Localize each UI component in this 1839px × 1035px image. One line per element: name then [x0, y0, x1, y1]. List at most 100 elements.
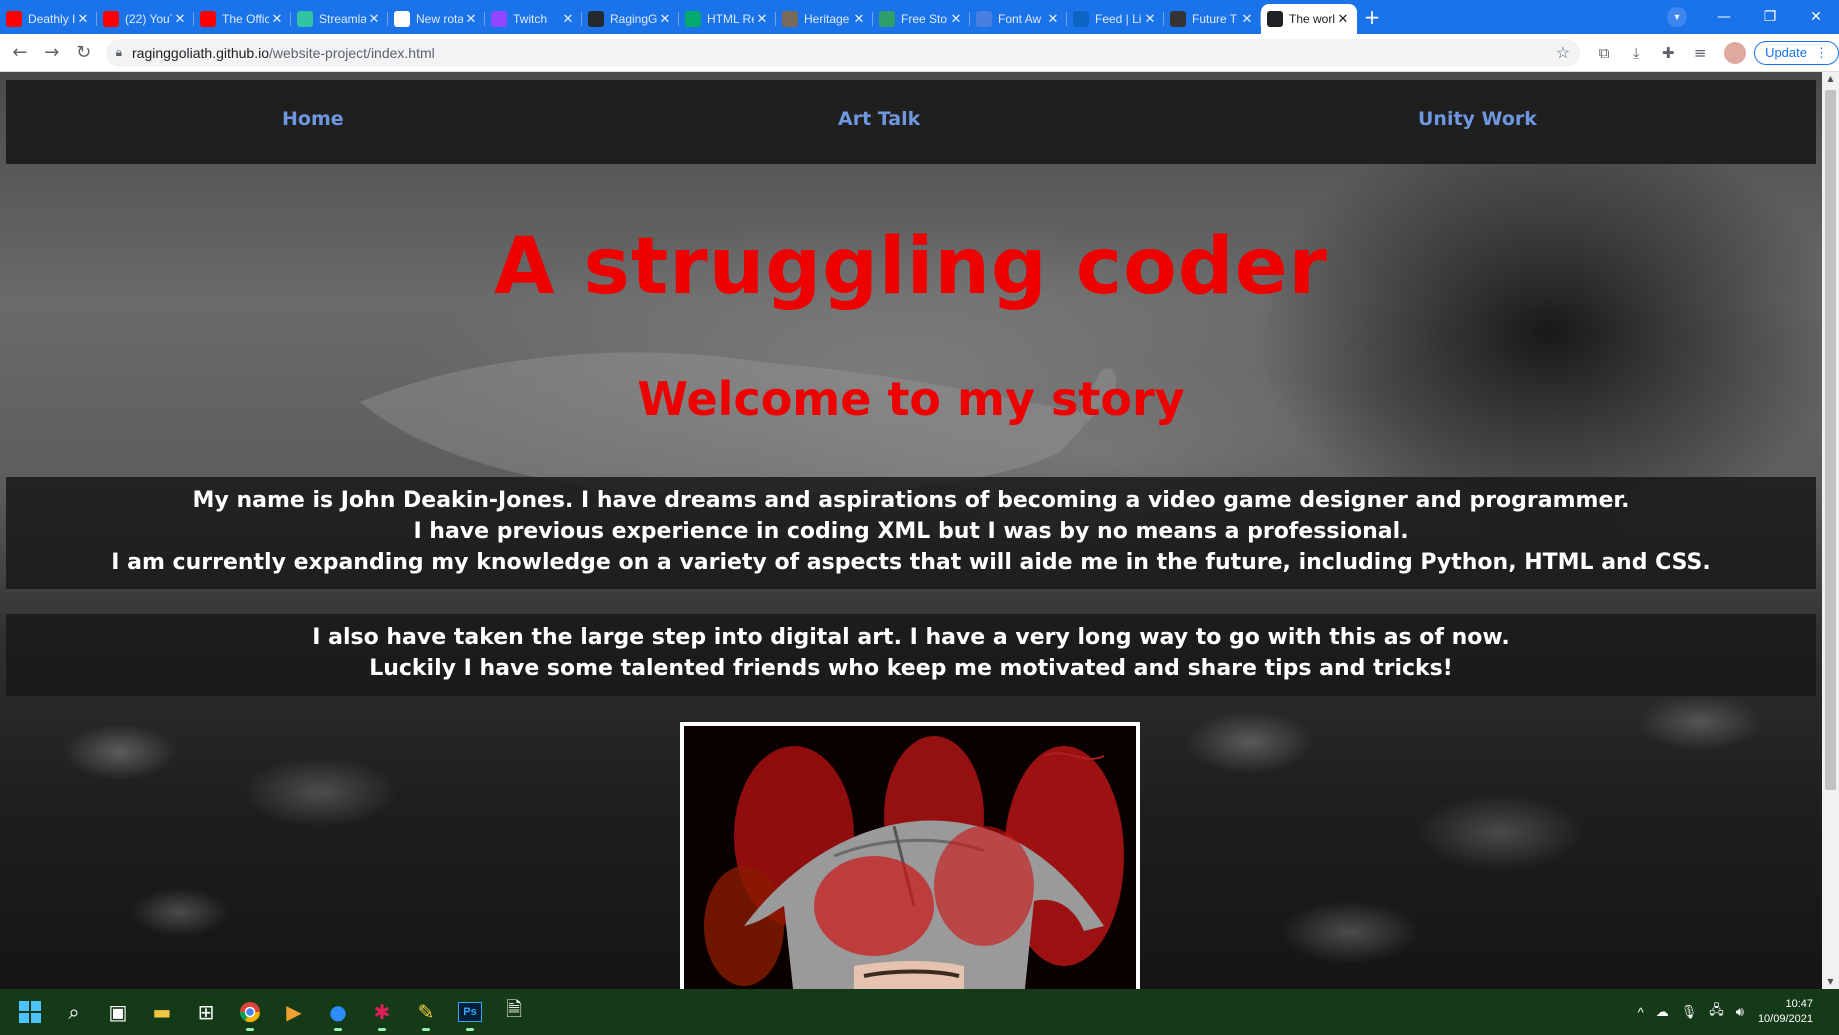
heritage-icon — [782, 11, 798, 27]
nav-home-link[interactable]: Home — [282, 108, 344, 130]
tab-close-icon[interactable]: ✕ — [172, 12, 188, 27]
extension-translate-icon[interactable]: ⧉ — [1588, 44, 1620, 62]
browser-tab[interactable]: RagingG ✕ — [582, 6, 679, 32]
back-arrow-icon[interactable]: ← — [4, 42, 36, 63]
tab-close-icon[interactable]: ✕ — [754, 12, 770, 27]
tab-close-icon[interactable]: ✕ — [1142, 12, 1158, 27]
tab-close-icon[interactable]: ✕ — [463, 12, 479, 27]
bookmark-star-icon[interactable]: ☆ — [1556, 43, 1570, 63]
twitch-icon — [491, 11, 507, 27]
media-player-icon[interactable]: ▶ — [272, 989, 316, 1035]
browser-tab[interactable]: Free Sto ✕ — [873, 6, 970, 32]
artwork-drawing — [684, 726, 1136, 989]
minimize-icon[interactable]: — — [1701, 9, 1747, 25]
menu-kebab-icon[interactable]: ⋮ — [1815, 45, 1828, 61]
globe-icon — [1267, 11, 1283, 27]
tab-title: New rota — [416, 12, 463, 26]
digital-art-image — [680, 722, 1140, 989]
tab-close-icon[interactable]: ✕ — [75, 12, 91, 27]
new-tab-button[interactable]: + — [1357, 5, 1387, 29]
intro-panel: My name is John Deakin-Jones. I have dre… — [6, 477, 1816, 589]
browser-tab[interactable]: Font Aw ✕ — [970, 6, 1067, 32]
tab-close-icon[interactable]: ✕ — [1335, 12, 1351, 27]
browser-tab[interactable]: The worl ✕ — [1261, 4, 1357, 34]
tab-close-icon[interactable]: ✕ — [366, 12, 382, 27]
search-icon[interactable]: ⌕ — [52, 989, 96, 1035]
tab-close-icon[interactable]: ✕ — [1239, 12, 1255, 27]
store-icon[interactable]: ⊞ — [184, 989, 228, 1035]
nav-art-talk-link[interactable]: Art Talk — [838, 108, 920, 130]
reload-icon[interactable]: ↻ — [68, 42, 100, 63]
browser-tab[interactable]: HTML Re ✕ — [679, 6, 776, 32]
tab-title: Deathly I — [28, 12, 75, 26]
url-host: raginggoliath.github.io — [132, 44, 270, 61]
tab-search-icon[interactable]: ▾ — [1667, 7, 1687, 27]
nav-unity-work-link[interactable]: Unity Work — [1418, 108, 1537, 130]
tray-chevron-icon[interactable]: ^ — [1638, 1005, 1644, 1020]
linkedin-icon — [1073, 11, 1089, 27]
tab-close-icon[interactable]: ✕ — [1045, 12, 1061, 27]
browser-tab[interactable]: Heritage ✕ — [776, 6, 873, 32]
profile-avatar[interactable] — [1724, 41, 1747, 64]
extensions-puzzle-icon[interactable]: ✚ — [1652, 44, 1684, 62]
microphone-icon[interactable]: 🎙︎ — [1681, 1004, 1698, 1020]
close-window-icon[interactable]: ✕ — [1793, 9, 1839, 25]
page-subtitle: Welcome to my story — [637, 372, 1185, 426]
lock-icon[interactable]: 🔒︎ — [116, 45, 122, 60]
browser-tab[interactable]: Feed | Li ✕ — [1067, 6, 1164, 32]
browser-tab[interactable]: New rota ✕ — [388, 6, 485, 32]
browser-tab[interactable]: (22) YouT ✕ — [97, 6, 194, 32]
window-controls: ▾ — ❐ ✕ — [1667, 0, 1839, 34]
clock-time: 10:47 — [1785, 998, 1813, 1010]
download-icon[interactable]: ⤓ — [1620, 44, 1652, 62]
slack-icon[interactable]: ✱ — [360, 989, 404, 1035]
browser-tab[interactable]: The Offic ✕ — [194, 6, 291, 32]
restore-icon[interactable]: ❐ — [1747, 9, 1793, 25]
file-explorer-icon[interactable]: ▬ — [140, 989, 184, 1035]
zoom-icon[interactable]: ● — [316, 989, 360, 1035]
notepad-icon[interactable]: 🗎︎ — [492, 989, 536, 1035]
pen-tool-icon[interactable]: ✎ — [404, 989, 448, 1035]
scroll-down-arrow-icon[interactable]: ▼ — [1822, 975, 1839, 989]
windows-start-icon[interactable] — [8, 989, 52, 1035]
media-queue-icon[interactable]: ≡ — [1684, 44, 1716, 62]
update-button[interactable]: Update ⋮ — [1754, 40, 1839, 65]
task-view-icon[interactable]: ▣ — [96, 989, 140, 1035]
photoshop-icon[interactable]: Ps — [448, 989, 492, 1035]
browser-tab[interactable]: Streamla ✕ — [291, 6, 388, 32]
tab-title: Feed | Li — [1095, 12, 1142, 26]
clock-icon — [394, 11, 410, 27]
site-navbar: Home Art Talk Unity Work — [6, 80, 1816, 164]
tab-close-icon[interactable]: ✕ — [269, 12, 285, 27]
scroll-up-arrow-icon[interactable]: ▲ — [1822, 72, 1839, 86]
browser-tab[interactable]: Twitch ✕ — [485, 6, 582, 32]
tab-title: Twitch — [513, 12, 548, 26]
tab-close-icon[interactable]: ✕ — [657, 12, 673, 27]
tab-list: Deathly I ✕ (22) YouT ✕ The Offic ✕ Streamla ✕ N… — [0, 0, 1357, 34]
tab-close-icon[interactable]: ✕ — [948, 12, 964, 27]
volume-icon[interactable]: 🔊︎ — [1736, 1004, 1744, 1020]
chrome-icon[interactable] — [228, 989, 272, 1035]
tab-close-icon[interactable]: ✕ — [851, 12, 867, 27]
page-scrollbar[interactable]: ▲ ▼ — [1822, 72, 1839, 989]
address-bar[interactable]: 🔒︎ raginggoliath.github.io/website-proje… — [105, 38, 1581, 67]
browser-tab[interactable]: Deathly I ✕ — [0, 6, 97, 32]
tab-title: RagingG — [610, 12, 657, 26]
tab-title: The Offic — [222, 12, 269, 26]
update-label: Update — [1765, 45, 1807, 60]
forward-arrow-icon[interactable]: → — [36, 42, 68, 63]
extensions-area: ⧉ ⤓ ✚ ≡ — [1588, 44, 1716, 62]
clock[interactable]: 10:47 10/09/2021 — [1758, 997, 1813, 1027]
art-line: I also have taken the large step into di… — [312, 625, 1510, 650]
intro-line: I am currently expanding my knowledge on… — [111, 550, 1711, 575]
scrollbar-thumb[interactable] — [1825, 90, 1836, 790]
network-icon[interactable]: 🖧︎ — [1709, 1001, 1724, 1023]
browser-tab[interactable]: Future T ✕ — [1164, 6, 1261, 32]
dafont-icon — [879, 11, 895, 27]
page-viewport: Home Art Talk Unity Work A struggling co… — [0, 72, 1822, 989]
onedrive-cloud-icon[interactable]: ☁ — [1656, 1004, 1669, 1020]
intro-line: I have previous experience in coding XML… — [413, 519, 1409, 544]
tab-close-icon[interactable]: ✕ — [560, 12, 576, 27]
tab-title: Free Sto — [901, 12, 948, 26]
futuretech-icon — [1170, 11, 1186, 27]
